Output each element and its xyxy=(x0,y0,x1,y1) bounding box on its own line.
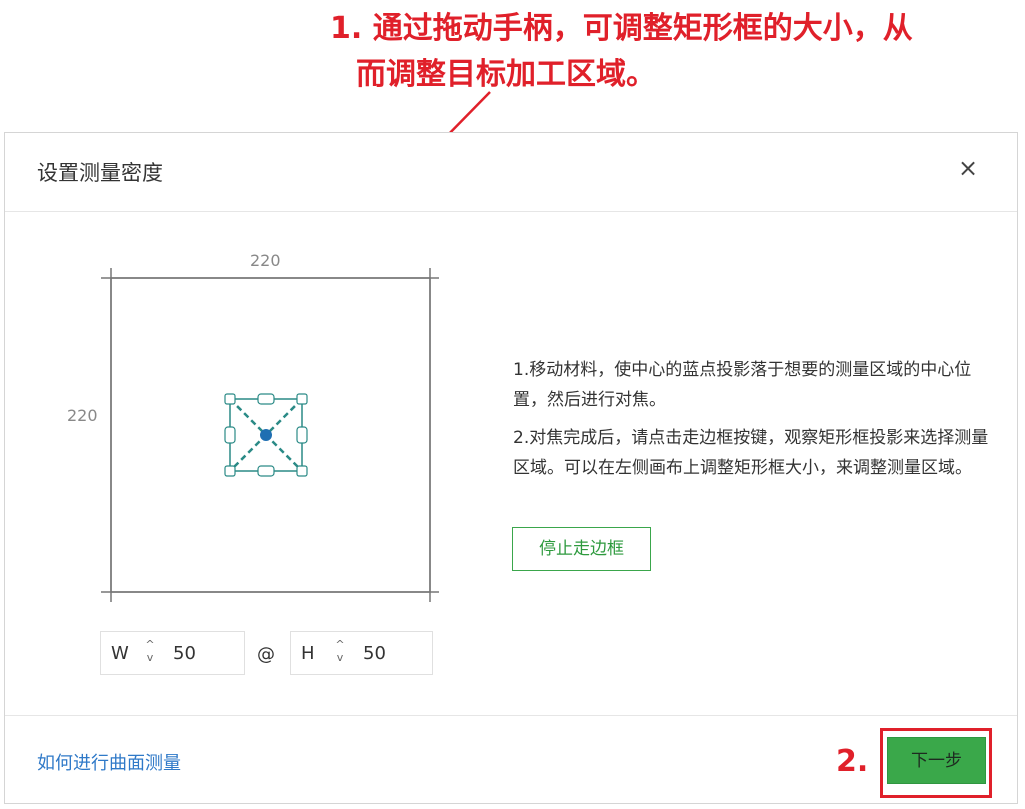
width-label: W xyxy=(111,643,129,664)
width-field[interactable]: W ^ v 50 xyxy=(100,631,245,675)
stepper-down-icon[interactable]: v xyxy=(333,651,347,664)
instructions: 1.移动材料，使中心的蓝点投影落于想要的测量区域的中心位置，然后进行对焦。 2.… xyxy=(513,355,993,491)
measure-region-rectangle[interactable] xyxy=(224,393,308,477)
stepper-up-icon[interactable]: ^ xyxy=(333,638,347,651)
height-field[interactable]: H ^ v 50 xyxy=(290,631,433,675)
height-value[interactable]: 50 xyxy=(363,643,386,664)
resize-handle-right xyxy=(296,426,308,444)
canvas-area: 220 220 W ^ v 50 @ H ^ v 50 1.移动材料，使中心的蓝… xyxy=(5,133,1019,805)
resize-handle-tr xyxy=(296,393,308,405)
measure-density-dialog: 设置测量密度 × 220 220 W ^ v 50 @ H ^ v 50 1.移… xyxy=(4,132,1018,804)
height-label: H xyxy=(301,643,315,664)
footer-divider xyxy=(5,715,1017,716)
height-stepper[interactable]: ^ v xyxy=(333,638,347,668)
resize-handle-tl xyxy=(224,393,236,405)
annotation-step2: 2. xyxy=(836,744,869,779)
curved-surface-help-link[interactable]: 如何进行曲面测量 xyxy=(37,749,181,775)
at-separator: @ xyxy=(257,644,275,665)
center-dot xyxy=(260,429,272,441)
resize-handle-br xyxy=(296,465,308,477)
resize-handle-top xyxy=(257,393,275,405)
resize-handle-left xyxy=(224,426,236,444)
resize-handle-bl xyxy=(224,465,236,477)
stop-frame-button[interactable]: 停止走边框 xyxy=(512,527,651,571)
stepper-up-icon[interactable]: ^ xyxy=(143,638,157,651)
work-area-canvas[interactable] xyxy=(5,133,525,613)
stepper-down-icon[interactable]: v xyxy=(143,651,157,664)
resize-handle-bottom xyxy=(257,465,275,477)
width-stepper[interactable]: ^ v xyxy=(143,638,157,668)
width-value[interactable]: 50 xyxy=(173,643,196,664)
instruction-step2: 2.对焦完成后，请点击走边框按键，观察矩形框投影来选择测量区域。可以在左侧画布上… xyxy=(513,428,989,478)
next-button[interactable]: 下一步 xyxy=(887,737,986,784)
instruction-step1: 1.移动材料，使中心的蓝点投影落于想要的测量区域的中心位置，然后进行对焦。 xyxy=(513,360,972,410)
